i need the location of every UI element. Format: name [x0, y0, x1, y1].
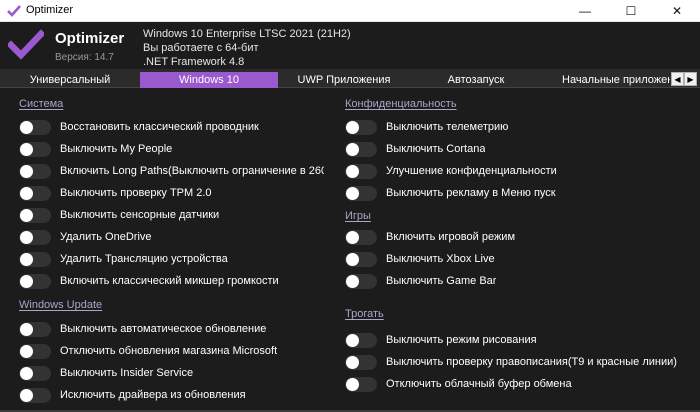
option-classic-volume-mixer[interactable]: Включить классический микшер громкости: [19, 271, 324, 291]
architecture-info: Вы работаете с 64-бит: [143, 42, 259, 54]
toggle-switch[interactable]: [19, 251, 51, 267]
tab-universal[interactable]: Универсальный: [0, 72, 140, 88]
option-label: Выключить телеметрию: [386, 121, 509, 133]
toggle-switch[interactable]: [19, 229, 51, 245]
option-disable-spellcheck[interactable]: Выключить проверку правописания(T9 и кра…: [345, 352, 682, 372]
tab-scroll-right-button[interactable]: ▶: [684, 72, 697, 86]
option-label: Выключить My People: [60, 143, 173, 155]
option-disable-store-updates[interactable]: Отключить обновления магазина Microsoft: [19, 341, 324, 361]
toggle-switch[interactable]: [345, 229, 377, 245]
toggle-switch[interactable]: [345, 119, 377, 135]
optimizer-logo-icon: [8, 29, 44, 60]
option-label: Включить Long Paths(Выключить ограничени…: [60, 165, 324, 177]
toggle-switch[interactable]: [19, 163, 51, 179]
window-title: Optimizer: [26, 4, 74, 16]
tab-startup-apps[interactable]: Начальные приложения: [542, 72, 670, 88]
option-disable-cortana[interactable]: Выключить Cortana: [345, 139, 682, 159]
option-remove-onedrive[interactable]: Удалить OneDrive: [19, 227, 324, 247]
option-label: Включить классический микшер громкости: [60, 275, 279, 287]
minimize-button[interactable]: —: [562, 0, 608, 22]
toggle-switch[interactable]: [345, 185, 377, 201]
option-label: Восстановить классический проводник: [60, 121, 259, 133]
app-check-icon: [7, 5, 21, 17]
toggle-switch[interactable]: [19, 207, 51, 223]
section-title-windows-update: Windows Update: [19, 299, 103, 311]
toggle-switch[interactable]: [19, 365, 51, 381]
toggle-switch[interactable]: [19, 119, 51, 135]
option-disable-sensors[interactable]: Выключить сенсорные датчики: [19, 205, 324, 225]
option-label: Включить игровой режим: [386, 231, 516, 243]
maximize-button[interactable]: ☐: [608, 0, 654, 22]
toggle-switch[interactable]: [345, 376, 377, 392]
option-disable-game-bar[interactable]: Выключить Game Bar: [345, 271, 682, 291]
tab-uwp-apps[interactable]: UWP Приложения: [278, 72, 410, 88]
option-label: Удалить OneDrive: [60, 231, 152, 243]
toggle-switch[interactable]: [19, 343, 51, 359]
option-label: Выключить проверку правописания(T9 и кра…: [386, 356, 677, 368]
close-button[interactable]: ✕: [654, 0, 700, 22]
option-label: Удалить Трансляцию устройства: [60, 253, 228, 265]
option-label: Выключить проверку TPM 2.0: [60, 187, 212, 199]
option-label: Отключить облачный буфер обмена: [386, 378, 572, 390]
toggle-switch[interactable]: [19, 387, 51, 403]
toggle-switch[interactable]: [19, 273, 51, 289]
option-disable-insider-service[interactable]: Выключить Insider Service: [19, 363, 324, 383]
toggle-switch[interactable]: [345, 332, 377, 348]
option-disable-telemetry[interactable]: Выключить телеметрию: [345, 117, 682, 137]
option-label: Выключить Insider Service: [60, 367, 194, 379]
option-enable-game-mode[interactable]: Включить игровой режим: [345, 227, 682, 247]
tab-bar: Универсальный Windows 10 UWP Приложения …: [0, 70, 700, 88]
option-disable-my-people[interactable]: Выключить My People: [19, 139, 324, 159]
option-label: Выключить сенсорные датчики: [60, 209, 220, 221]
section-title-touch: Трогать: [345, 308, 384, 320]
section-title-games: Игры: [345, 210, 371, 222]
toggle-switch[interactable]: [19, 321, 51, 337]
option-remove-cast-to-device[interactable]: Удалить Трансляцию устройства: [19, 249, 324, 269]
os-version: Windows 10 Enterprise LTSC 2021 (21H2): [143, 28, 351, 40]
option-enable-long-paths[interactable]: Включить Long Paths(Выключить ограничени…: [19, 161, 324, 181]
section-title-system: Система: [19, 98, 64, 110]
option-label: Отключить обновления магазина Microsoft: [60, 345, 278, 357]
app-header: Optimizer Версия: 14.7 Windows 10 Enterp…: [0, 22, 700, 70]
option-label: Исключить драйвера из обновления: [60, 389, 246, 401]
option-label: Улучшение конфиденциальности: [386, 165, 557, 177]
tab-windows-10[interactable]: Windows 10: [140, 72, 278, 88]
tab-autostart[interactable]: Автозапуск: [410, 72, 542, 88]
toggle-switch[interactable]: [345, 163, 377, 179]
option-enhance-privacy[interactable]: Улучшение конфиденциальности: [345, 161, 682, 181]
option-label: Выключить Xbox Live: [386, 253, 495, 265]
option-restore-classic-explorer[interactable]: Восстановить классический проводник: [19, 117, 324, 137]
option-label: Выключить автоматическое обновление: [60, 323, 267, 335]
system-info: Windows 10 Enterprise LTSC 2021 (21H2) В…: [143, 27, 351, 69]
app-name: Optimizer: [55, 30, 125, 47]
app-version: Версия: 14.7: [55, 52, 114, 63]
toggle-switch[interactable]: [19, 185, 51, 201]
option-disable-tpm-check[interactable]: Выключить проверку TPM 2.0: [19, 183, 324, 203]
toggle-switch[interactable]: [345, 141, 377, 157]
option-disable-xbox-live[interactable]: Выключить Xbox Live: [345, 249, 682, 269]
toggle-switch[interactable]: [345, 273, 377, 289]
option-disable-auto-updates[interactable]: Выключить автоматическое обновление: [19, 319, 324, 339]
option-disable-start-menu-ads[interactable]: Выключить рекламу в Меню пуск: [345, 183, 682, 203]
toggle-switch[interactable]: [345, 354, 377, 370]
framework-version: .NET Framework 4.8: [143, 56, 245, 68]
option-disable-ink-workspace[interactable]: Выключить режим рисования: [345, 330, 682, 350]
option-label: Выключить режим рисования: [386, 334, 537, 346]
toggle-switch[interactable]: [19, 141, 51, 157]
section-title-privacy: Конфиденциальность: [345, 98, 457, 110]
option-label: Выключить Game Bar: [386, 275, 497, 287]
option-label: Выключить рекламу в Меню пуск: [386, 187, 556, 199]
windows10-options-panel: Система Восстановить классический провод…: [0, 88, 700, 412]
option-label: Выключить Cortana: [386, 143, 486, 155]
option-disable-cloud-clipboard[interactable]: Отключить облачный буфер обмена: [345, 374, 682, 394]
option-exclude-drivers[interactable]: Исключить драйвера из обновления: [19, 385, 324, 405]
toggle-switch[interactable]: [345, 251, 377, 267]
title-bar: Optimizer — ☐ ✕: [0, 0, 700, 22]
tab-scroll-left-button[interactable]: ◀: [671, 72, 684, 86]
